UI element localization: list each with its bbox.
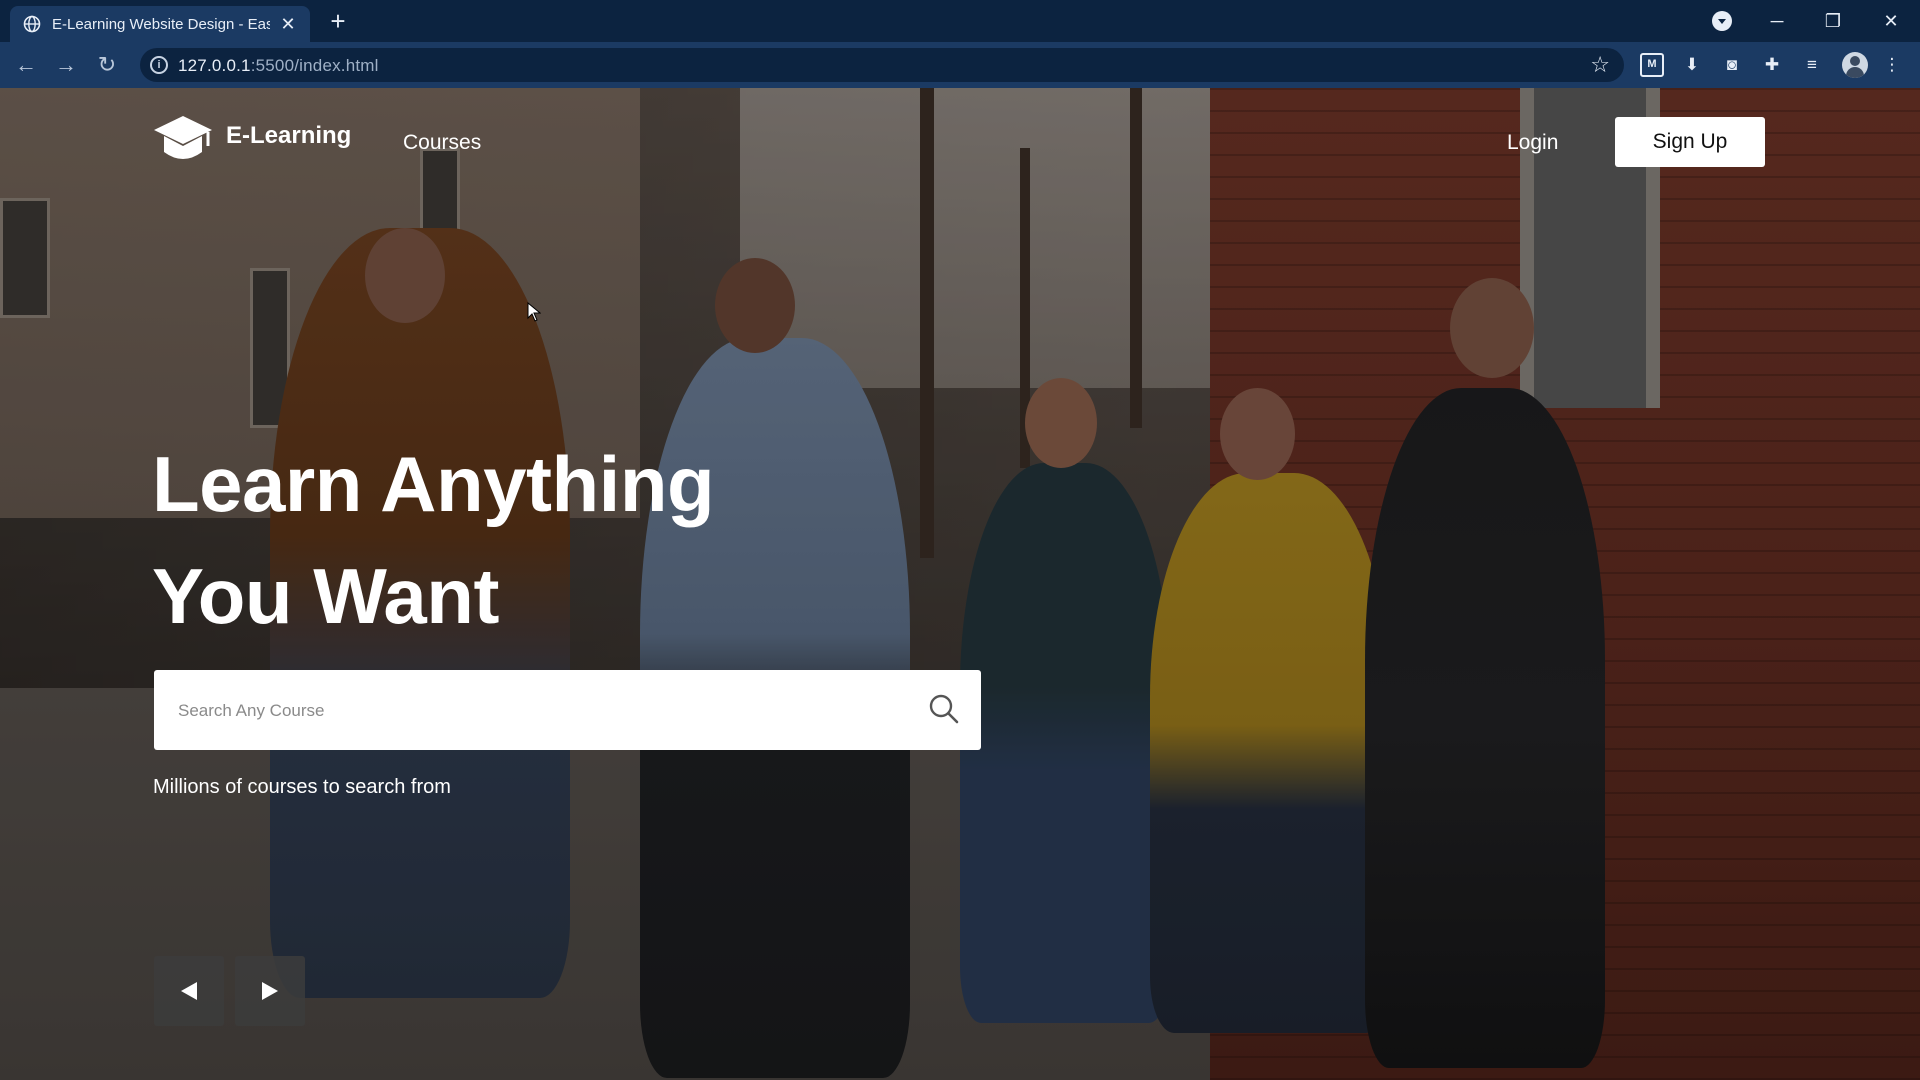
reload-icon[interactable]: ↻ bbox=[93, 51, 121, 79]
close-window-button[interactable]: ✕ bbox=[1876, 8, 1906, 34]
close-tab-icon[interactable]: ✕ bbox=[278, 14, 298, 34]
profile-avatar[interactable] bbox=[1842, 52, 1868, 78]
minimize-button[interactable]: ─ bbox=[1762, 8, 1792, 34]
hero-headline: Learn Anything You Want bbox=[152, 428, 715, 652]
browser-toolbar: ← → ↻ i 127.0.0.1:5500/index.html ☆ M ⬇ … bbox=[0, 42, 1920, 88]
page-viewport: E-Learning Courses Login Sign Up Learn A… bbox=[0, 88, 1920, 1080]
right-triangle-icon bbox=[262, 982, 278, 1000]
back-arrow-icon[interactable]: ← bbox=[12, 51, 40, 79]
hero-headline-line: Learn Anything bbox=[152, 440, 715, 528]
download-extension-icon[interactable]: ⬇ bbox=[1680, 53, 1704, 77]
tab-title: E-Learning Website Design - Easy bbox=[52, 15, 270, 33]
url-text: 127.0.0.1:5500/index.html bbox=[178, 56, 379, 75]
sign-up-button[interactable]: Sign Up bbox=[1615, 117, 1765, 167]
new-tab-button[interactable]: + bbox=[326, 8, 350, 34]
graduation-cap-icon bbox=[154, 116, 212, 159]
more-menu-icon[interactable]: ⋮ bbox=[1880, 53, 1904, 77]
hero-subtext: Millions of courses to search from bbox=[153, 776, 451, 798]
slider-next-button[interactable] bbox=[235, 956, 305, 1026]
site-header: E-Learning Courses Login Sign Up bbox=[0, 88, 1920, 198]
info-icon[interactable]: i bbox=[150, 56, 168, 74]
course-search-box bbox=[154, 670, 981, 750]
tab-search-icon[interactable] bbox=[1712, 11, 1732, 31]
left-triangle-icon bbox=[181, 982, 197, 1000]
bookmark-star-icon[interactable]: ☆ bbox=[1590, 53, 1610, 77]
browser-tab-strip: E-Learning Website Design - Easy ✕ + ─ ❐… bbox=[0, 0, 1920, 42]
address-bar[interactable]: i 127.0.0.1:5500/index.html ☆ bbox=[140, 48, 1624, 82]
search-icon[interactable] bbox=[927, 692, 961, 726]
forward-arrow-icon[interactable]: → bbox=[52, 51, 80, 79]
camera-extension-icon[interactable]: ◙ bbox=[1720, 53, 1744, 77]
login-link[interactable]: Login bbox=[1507, 131, 1558, 155]
globe-icon bbox=[22, 14, 42, 34]
nav-link-courses[interactable]: Courses bbox=[403, 131, 481, 155]
slider-prev-button[interactable] bbox=[154, 956, 224, 1026]
browser-tab[interactable]: E-Learning Website Design - Easy ✕ bbox=[10, 6, 310, 42]
mouse-cursor-icon bbox=[527, 302, 541, 322]
search-input[interactable] bbox=[178, 696, 878, 726]
restore-button[interactable]: ❐ bbox=[1818, 8, 1848, 34]
site-logo[interactable]: E-Learning bbox=[152, 114, 351, 166]
gmail-extension-icon[interactable]: M bbox=[1640, 53, 1664, 77]
logo-text: E-Learning bbox=[226, 122, 352, 149]
media-control-icon[interactable]: ≡ bbox=[1800, 53, 1824, 77]
hero-headline-line: You Want bbox=[152, 552, 499, 640]
puzzle-extensions-icon[interactable]: ✚ bbox=[1760, 53, 1784, 77]
